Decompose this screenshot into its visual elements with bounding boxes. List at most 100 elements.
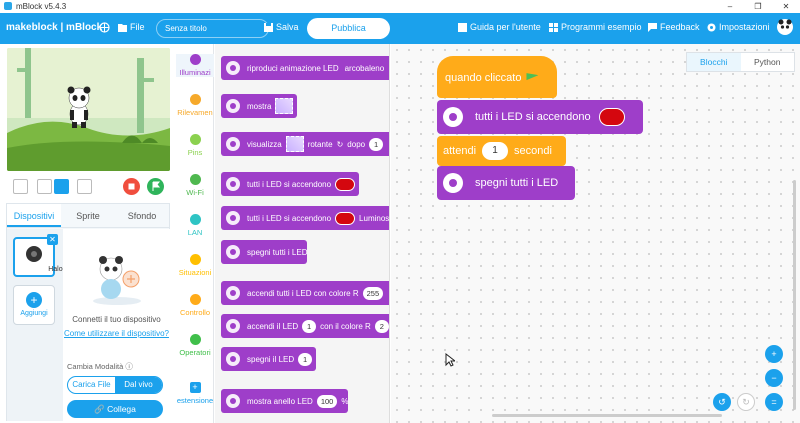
- all-leds-off-block[interactable]: spegni tutti i LED: [437, 166, 575, 200]
- block-show[interactable]: mostra: [221, 94, 298, 118]
- category-events[interactable]: Situazioni: [176, 254, 214, 277]
- help-icon[interactable]: ⓘ: [125, 362, 133, 371]
- block-input[interactable]: 1: [302, 319, 317, 333]
- folder-icon: [118, 23, 127, 32]
- block-input[interactable]: 255: [362, 286, 384, 300]
- add-device-button[interactable]: + Aggiungi: [13, 285, 55, 325]
- save-label: Salva: [276, 22, 299, 32]
- plus-icon: +: [26, 292, 42, 308]
- category-lan[interactable]: LAN: [176, 214, 214, 237]
- zoom-reset-icon[interactable]: =: [765, 393, 783, 411]
- category-lighting[interactable]: Illuminazi: [176, 54, 214, 77]
- publish-button[interactable]: Pubblica: [307, 18, 390, 39]
- connect-button[interactable]: 🔗 Collega: [67, 400, 163, 418]
- mode-label-text: Cambia Modalità: [67, 362, 124, 371]
- feedback-link[interactable]: Feedback: [648, 22, 700, 32]
- small-stage-icon[interactable]: [37, 179, 52, 194]
- project-title-input[interactable]: Senza titolo: [156, 19, 269, 38]
- led-pattern-swatch[interactable]: [275, 98, 294, 114]
- led-pattern-swatch[interactable]: [285, 136, 304, 152]
- color-picker[interactable]: [598, 108, 625, 126]
- file-menu[interactable]: File: [118, 22, 145, 32]
- block-palette: riproduci animazione LED arcobaleno most…: [215, 44, 390, 423]
- vertical-scrollbar[interactable]: [793, 180, 796, 410]
- tab-devices[interactable]: Dispositivi: [7, 204, 61, 227]
- redo-icon[interactable]: ↻: [737, 393, 755, 411]
- block-led-off[interactable]: spegni il LED 1: [221, 347, 317, 371]
- when-clicked-block[interactable]: quando cliccato: [437, 56, 557, 98]
- block-all-leds-on[interactable]: tutti i LED si accendono: [221, 172, 360, 196]
- block-led-color-rgb[interactable]: accendi il LED 1 con il colore R2: [221, 314, 389, 338]
- zoom-out-icon[interactable]: −: [765, 369, 783, 387]
- tab-python[interactable]: Python: [741, 53, 795, 71]
- block-text: spegni il LED: [247, 354, 295, 364]
- mode-live-button[interactable]: Dal vivo: [115, 377, 162, 393]
- halocode-icon: [26, 246, 42, 262]
- halocode-block-icon: [443, 107, 463, 127]
- stop-icon[interactable]: [123, 178, 140, 195]
- wait-input[interactable]: 1: [482, 142, 509, 160]
- block-dropdown[interactable]: arcobaleno: [345, 64, 385, 73]
- block-show-led-ring[interactable]: mostra anello LED 100 %: [221, 389, 349, 413]
- category-wifi[interactable]: Wi-Fi: [176, 174, 214, 197]
- block-input[interactable]: 1: [298, 352, 313, 366]
- book-icon: [458, 22, 467, 32]
- all-leds-on-block[interactable]: tutti i LED si accendono: [437, 100, 643, 134]
- color-picker[interactable]: [335, 211, 356, 225]
- stage[interactable]: [7, 48, 170, 171]
- link-icon: 🔗: [94, 404, 105, 414]
- wait-block[interactable]: attendi 1 secondi: [437, 136, 566, 166]
- menubar: makeblock | mBlock File Senza titolo Sal…: [0, 13, 800, 44]
- app-logo-icon: [4, 2, 12, 10]
- tab-blocks[interactable]: Blocchi: [687, 53, 741, 71]
- green-flag-icon[interactable]: [147, 178, 164, 195]
- minimize-button[interactable]: –: [716, 0, 744, 13]
- block-play-led-animation[interactable]: riproduci animazione LED arcobaleno: [221, 56, 389, 80]
- color-picker[interactable]: [335, 177, 356, 191]
- settings-menu[interactable]: Impostazioni: [707, 22, 770, 32]
- maximize-button[interactable]: ❐: [744, 0, 772, 13]
- category-label: estensione: [176, 396, 214, 405]
- horizontal-scrollbar[interactable]: [492, 414, 722, 417]
- category-operators[interactable]: Operatori: [176, 334, 214, 357]
- grid-icon[interactable]: [77, 179, 92, 194]
- mouse-cursor-icon: [445, 353, 455, 367]
- block-input[interactable]: 100: [316, 394, 338, 408]
- green-flag-icon: [526, 73, 539, 81]
- remove-device-icon[interactable]: ✕: [47, 234, 58, 245]
- block-text: tutti i LED si accendono: [475, 111, 591, 123]
- category-label: Controllo: [179, 308, 210, 317]
- block-all-leds-on-brightness[interactable]: tutti i LED si accendono Luminos: [221, 206, 389, 230]
- tab-sprites[interactable]: Sprite: [61, 204, 115, 227]
- category-control[interactable]: Controllo: [176, 294, 214, 317]
- mode-upload-button[interactable]: Carica File: [68, 377, 115, 393]
- examples-link[interactable]: Programmi esempio: [549, 22, 642, 32]
- fullscreen-icon[interactable]: [13, 179, 28, 194]
- block-input[interactable]: 1: [369, 137, 384, 151]
- block-all-leds-off[interactable]: spegni tutti i LED: [221, 240, 308, 264]
- tab-backdrop[interactable]: Sfondo: [115, 204, 169, 227]
- block-all-leds-color-rgb[interactable]: accendi tutti i LED con colore R 255: [221, 281, 389, 305]
- user-guide-link[interactable]: Guida per l'utente: [458, 22, 541, 32]
- normal-stage-icon[interactable]: [54, 179, 69, 194]
- category-label: Situazioni: [178, 268, 212, 277]
- category-sensing[interactable]: Rilevamen: [176, 94, 214, 117]
- block-input[interactable]: 2: [374, 319, 389, 333]
- block-text: spegni tutti i LED: [247, 247, 308, 257]
- category-list: Illuminazi Rilevamen Pins Wi-Fi LAN Situ…: [176, 44, 214, 423]
- zoom-in-icon[interactable]: +: [765, 345, 783, 363]
- category-extension[interactable]: + estensione: [176, 382, 214, 405]
- block-display-rotating[interactable]: visualizza rotante ↻ dopo 1: [221, 132, 389, 156]
- category-pins[interactable]: Pins: [176, 134, 214, 157]
- device-card-halocode[interactable]: ✕ Halocode: [13, 234, 78, 277]
- add-label: Aggiungi: [20, 310, 48, 317]
- feedback-label: Feedback: [660, 22, 700, 32]
- category-label: LAN: [187, 228, 203, 237]
- save-button[interactable]: Salva: [264, 22, 299, 32]
- rotate-icon: ↻: [336, 139, 344, 149]
- globe-icon[interactable]: [99, 22, 110, 33]
- howto-link[interactable]: Come utilizzare il dispositivo?: [63, 327, 170, 340]
- user-avatar[interactable]: [776, 18, 794, 36]
- close-button[interactable]: ✕: [772, 0, 800, 13]
- undo-icon[interactable]: ↺: [713, 393, 731, 411]
